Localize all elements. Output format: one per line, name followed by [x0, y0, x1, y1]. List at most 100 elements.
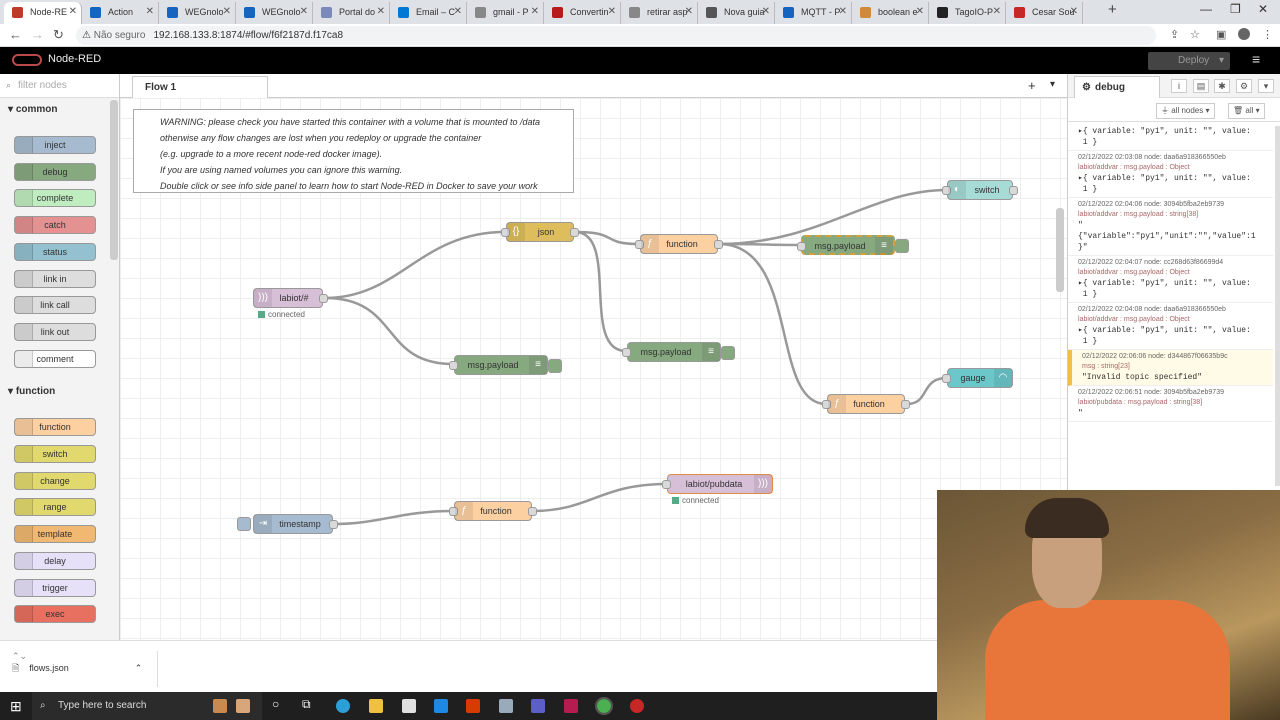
debug-node[interactable]: msg.payload ≡: [797, 235, 895, 255]
debug-toggle-button[interactable]: [548, 359, 562, 373]
function-node[interactable]: ƒ function: [822, 394, 910, 414]
info-icon[interactable]: i: [1171, 79, 1187, 93]
input-port[interactable]: [797, 242, 806, 251]
palette-node[interactable]: template: [14, 525, 96, 544]
back-icon[interactable]: ←: [9, 27, 22, 42]
close-tab-icon[interactable]: ✕: [454, 2, 462, 22]
output-port[interactable]: [319, 294, 328, 303]
clear-messages-dropdown[interactable]: 🗑 all ▾: [1228, 103, 1265, 119]
close-tab-icon[interactable]: ✕: [685, 2, 693, 22]
close-tab-icon[interactable]: ✕: [377, 2, 385, 22]
browser-tab[interactable]: boolean e ✕: [852, 2, 929, 24]
edge-icon[interactable]: [336, 699, 350, 713]
gauge-node[interactable]: gauge ◠: [942, 368, 1013, 388]
debug-message[interactable]: 02/12/2022 02:04:06 node: 3094b5fba2eb97…: [1068, 198, 1273, 256]
function-node[interactable]: ƒ function: [449, 501, 537, 521]
palette-node[interactable]: link out: [14, 322, 96, 341]
book-icon[interactable]: ▤: [1193, 79, 1209, 93]
palette-node[interactable]: exec: [14, 605, 96, 624]
browser-tab[interactable]: Convertin ✕: [544, 2, 621, 24]
output-port[interactable]: [714, 240, 723, 249]
settings-icon[interactable]: ⚙: [1236, 79, 1252, 93]
close-tab-icon[interactable]: ✕: [69, 2, 77, 22]
taskbar-search-field[interactable]: ⌕ Type here to search: [32, 692, 262, 720]
pdf-icon[interactable]: [564, 699, 578, 713]
file-explorer-icon[interactable]: [369, 699, 383, 713]
forward-icon[interactable]: →: [31, 27, 44, 42]
browser-tab[interactable]: Cesar Sou ✕: [1006, 2, 1083, 24]
close-tab-icon[interactable]: ✕: [531, 2, 539, 22]
mqtt-out-node[interactable]: labiot/pubdata ))): [662, 474, 773, 494]
debug-message[interactable]: 02/12/2022 02:06:06 node: d344867f06635b…: [1068, 350, 1273, 386]
browser-tab[interactable]: retirar asp ✕: [621, 2, 698, 24]
json-node[interactable]: {} json: [501, 222, 579, 242]
browser-tab[interactable]: TagoIO-P ✕: [929, 2, 1006, 24]
palette-node[interactable]: catch: [14, 216, 96, 235]
palette-category-header[interactable]: ▾ common: [8, 104, 57, 115]
palette-scrollbar[interactable]: [110, 100, 118, 260]
palette-node[interactable]: complete: [14, 189, 96, 208]
download-item[interactable]: 🗎 flows.json ⌃: [12, 661, 142, 677]
output-port[interactable]: [570, 228, 579, 237]
close-tab-icon[interactable]: ✕: [839, 2, 847, 22]
mail-icon[interactable]: [434, 699, 448, 713]
debug-node[interactable]: msg.payload ≡: [622, 342, 721, 362]
browser-tab[interactable]: WEGnolo ✕: [236, 2, 313, 24]
url-field[interactable]: ⚠ Não seguro 192.168.133.8:1874/#flow/f6f…: [76, 26, 1156, 45]
palette-filter-input[interactable]: filter nodes: [0, 74, 119, 98]
close-tab-icon[interactable]: ✕: [223, 2, 231, 22]
windows-start-icon[interactable]: ⊞: [10, 698, 22, 715]
debug-toggle-button[interactable]: [895, 239, 909, 253]
palette-node[interactable]: trigger: [14, 578, 96, 597]
kebab-menu-icon[interactable]: ⋮: [1262, 28, 1273, 41]
palette-node[interactable]: switch: [14, 445, 96, 463]
debug-bug-icon[interactable]: ✱: [1214, 79, 1230, 93]
warning-comment-node[interactable]: WARNING: please check you have started t…: [133, 109, 574, 193]
browser-tab[interactable]: Portal do ✕: [313, 2, 390, 24]
browser-tab[interactable]: Node-RE ✕: [4, 2, 82, 24]
close-tab-icon[interactable]: ✕: [300, 2, 308, 22]
inject-node[interactable]: ⇥ timestamp: [253, 514, 338, 534]
nodered-app-icon[interactable]: [630, 699, 644, 713]
input-port[interactable]: [622, 348, 631, 357]
share-icon[interactable]: ⇪: [1170, 28, 1179, 41]
browser-tab[interactable]: MQTT - P ✕: [775, 2, 852, 24]
debug-message[interactable]: ▸{ variable: "py1", unit: "", value: 1 }: [1068, 124, 1273, 151]
tab-debug[interactable]: ⚙ debug: [1074, 76, 1160, 98]
mqtt-in-node[interactable]: ))) labiot/#: [253, 288, 328, 308]
output-port[interactable]: [528, 507, 537, 516]
sidebar-menu-icon[interactable]: ▾: [1258, 79, 1274, 93]
tab-flow-1[interactable]: Flow 1: [132, 76, 268, 98]
palette-node[interactable]: range: [14, 498, 96, 517]
close-tab-icon[interactable]: ✕: [1070, 2, 1078, 22]
browser-tab[interactable]: Email – C ✕: [390, 2, 467, 24]
office-icon[interactable]: [466, 699, 480, 713]
minimize-icon[interactable]: —: [1200, 2, 1212, 16]
maximize-icon[interactable]: ❐: [1230, 2, 1241, 16]
folder-app-icon[interactable]: [213, 699, 227, 713]
app-icon[interactable]: [499, 699, 513, 713]
palette-node[interactable]: function: [14, 418, 96, 437]
palette-node[interactable]: change: [14, 471, 96, 490]
debug-toggle-button[interactable]: [721, 346, 735, 360]
browser-tab[interactable]: Action ✕: [82, 2, 159, 24]
close-tab-icon[interactable]: ✕: [993, 2, 1001, 22]
palette-node[interactable]: status: [14, 242, 96, 261]
input-port[interactable]: [942, 374, 951, 383]
cortana-icon[interactable]: ○: [272, 697, 279, 711]
filter-nodes-dropdown[interactable]: ⏚ all nodes ▾: [1156, 103, 1215, 119]
new-tab-button[interactable]: +: [1108, 1, 1117, 18]
inject-button[interactable]: [237, 517, 251, 531]
add-flow-icon[interactable]: +: [1028, 78, 1036, 93]
function-node[interactable]: ƒ function: [635, 234, 723, 254]
task-view-icon[interactable]: ⧉: [302, 697, 311, 712]
browser-tab[interactable]: WEGnolo ✕: [159, 2, 236, 24]
switch-node[interactable]: ◐ switch: [942, 180, 1018, 200]
output-port[interactable]: [1009, 186, 1018, 195]
debug-message[interactable]: 02/12/2022 02:04:07 node: cc268d63f86699…: [1068, 256, 1273, 303]
sidebar-scrollbar[interactable]: [1275, 126, 1280, 486]
main-menu-icon[interactable]: ≡: [1252, 51, 1260, 67]
sidepanel-icon[interactable]: ▣: [1216, 28, 1226, 41]
palette-node[interactable]: debug: [14, 162, 96, 181]
chrome-icon[interactable]: [595, 697, 613, 715]
